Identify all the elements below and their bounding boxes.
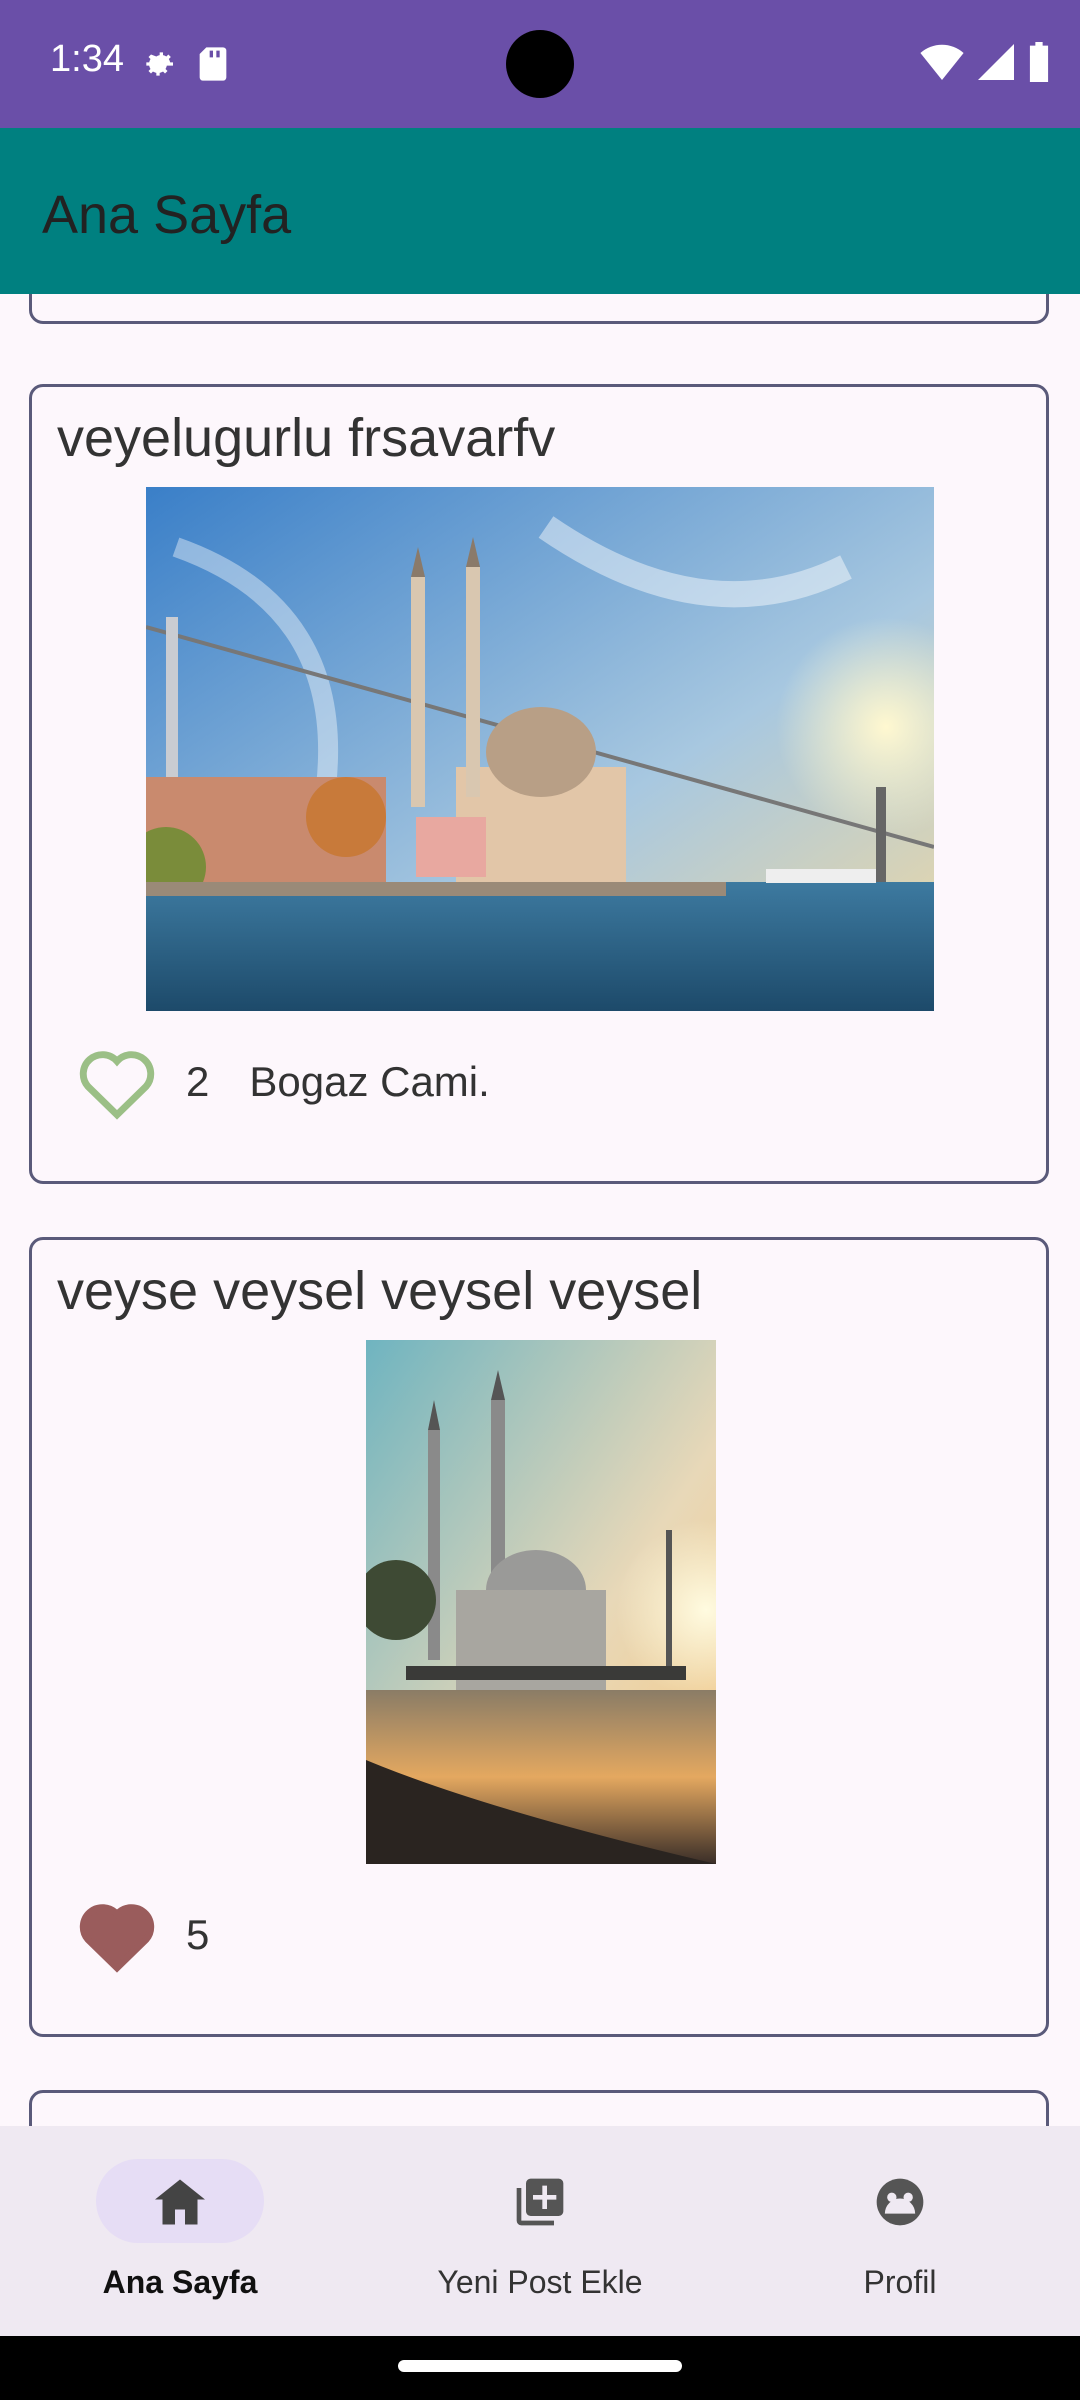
wifi-icon: [920, 44, 964, 80]
profile-icon: [876, 2178, 924, 2226]
camera-cutout: [506, 30, 574, 98]
status-icons-left: [138, 44, 230, 84]
like-row: 2 Bogaz Cami.: [74, 1042, 490, 1122]
add-post-icon: [516, 2178, 564, 2226]
post-caption: Bogaz Cami.: [249, 1058, 490, 1105]
post-image: [146, 487, 934, 1011]
status-time: 1:34: [50, 38, 124, 80]
status-bar: 1:34: [0, 0, 1080, 128]
like-count: 5: [186, 1911, 210, 1958]
nav-item-profile[interactable]: Profil: [720, 2126, 1080, 2336]
settings-icon: [146, 52, 173, 76]
post-title: veyelugurlu frsavarfv: [57, 408, 556, 468]
like-row: 5: [74, 1895, 209, 1975]
heart-outline-icon[interactable]: [74, 1044, 160, 1120]
signal-icon: [978, 44, 1014, 80]
nav-label: Yeni Post Ekle: [437, 2264, 643, 2300]
post-card-partial[interactable]: [29, 294, 1049, 324]
bottom-navigation: Ana Sayfa Yeni Post Ekle Profil: [0, 2126, 1080, 2336]
page-title: Ana Sayfa: [42, 185, 292, 245]
post-card-partial[interactable]: [29, 2090, 1049, 2126]
post-feed[interactable]: veyelugurlu frsavarfv 2 Bogaz Cami. veys…: [0, 294, 1080, 2126]
heart-filled-icon[interactable]: [74, 1897, 160, 1973]
battery-icon: [1029, 42, 1049, 82]
status-icons-right: [920, 42, 1050, 82]
nav-item-add-post[interactable]: Yeni Post Ekle: [360, 2126, 720, 2336]
gesture-nav-area: [0, 2336, 1080, 2400]
home-icon: [155, 2179, 205, 2225]
sd-card-icon: [199, 47, 227, 81]
nav-label: Ana Sayfa: [102, 2264, 258, 2300]
home-gesture-bar[interactable]: [398, 2360, 682, 2372]
post-card[interactable]: veyse veysel veysel veysel 5: [29, 1237, 1049, 2037]
nav-item-home[interactable]: Ana Sayfa: [0, 2126, 360, 2336]
app-bar: Ana Sayfa: [0, 128, 1080, 294]
like-count: 2: [186, 1058, 210, 1105]
nav-label: Profil: [863, 2264, 937, 2300]
post-image: [366, 1340, 716, 1864]
post-card[interactable]: veyelugurlu frsavarfv 2 Bogaz Cami.: [29, 384, 1049, 1184]
post-title: veyse veysel veysel veysel: [57, 1261, 703, 1321]
